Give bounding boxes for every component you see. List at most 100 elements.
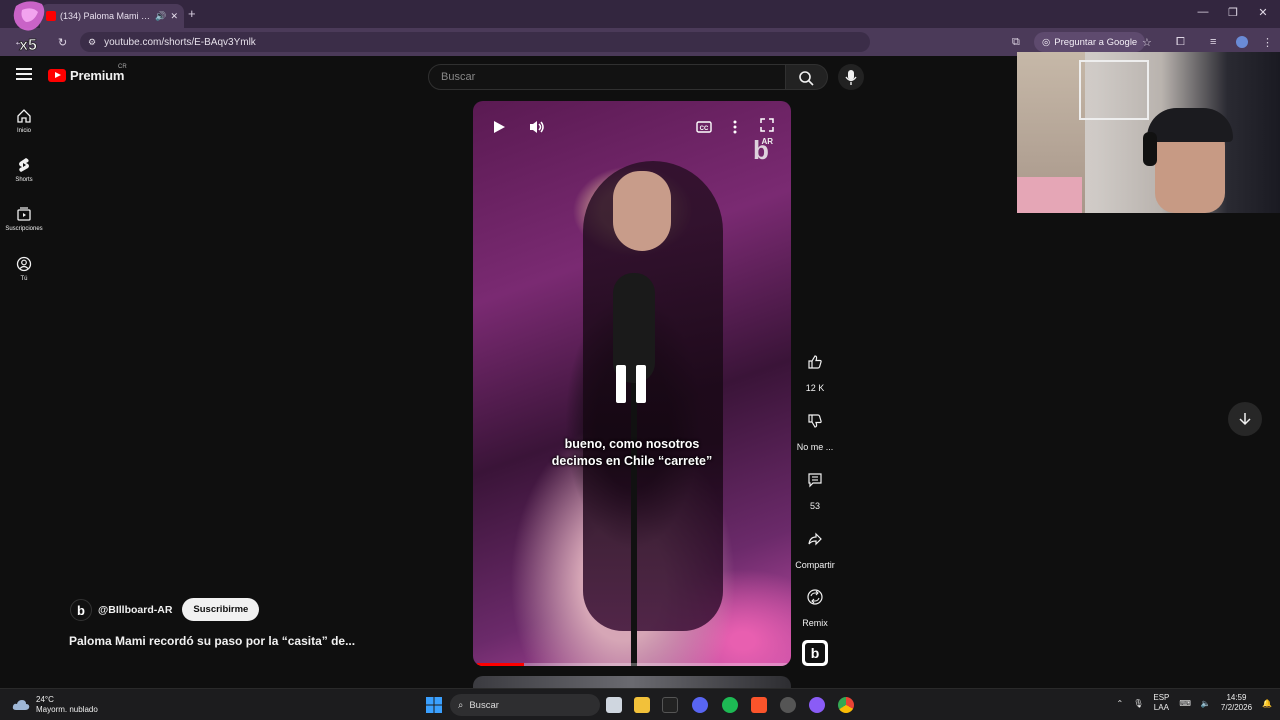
search-button[interactable]: [786, 64, 828, 90]
like-button[interactable]: 12 K: [795, 346, 835, 393]
address-bar[interactable]: ⚙ youtube.com/shorts/E-BAqv3Ymlk: [80, 32, 870, 52]
video-frame-face: [613, 171, 671, 251]
tab-title: (134) Paloma Mami recordó su paso por la…: [60, 11, 151, 21]
sidebar-item-tu[interactable]: Tú: [0, 256, 48, 282]
clock[interactable]: 14:59 7/2/2026: [1221, 693, 1252, 713]
extensions-icon[interactable]: ⧠: [1176, 36, 1185, 49]
arrow-down-icon: [1239, 413, 1251, 426]
sidebar-item-shorts[interactable]: Shorts: [0, 157, 48, 183]
spotify-icon[interactable]: [722, 697, 738, 713]
short-video-player[interactable]: CC b AR bueno, como nosotros decimos en …: [473, 101, 791, 666]
app-icon[interactable]: [662, 697, 678, 713]
share-icon: [808, 532, 822, 546]
settings-app-icon[interactable]: [780, 697, 796, 713]
channel-avatar[interactable]: b: [70, 598, 92, 621]
home-icon: [17, 109, 31, 123]
video-title[interactable]: Paloma Mami recordó su paso por la “casi…: [69, 634, 355, 648]
logo-text: Premium: [70, 68, 125, 83]
webcam-cap: [1147, 108, 1233, 142]
remix-label: Remix: [802, 618, 828, 628]
thumbs-down-icon: [808, 414, 822, 428]
browser-tab-bar: (134) Paloma Mami recordó su paso por la…: [0, 0, 1280, 28]
mic-tray-icon[interactable]: 🎙: [1133, 699, 1143, 708]
bookmark-star-icon[interactable]: ☆: [1142, 36, 1152, 49]
time: 14:59: [1226, 693, 1247, 702]
task-view-icon[interactable]: [606, 697, 622, 713]
video-progress-bar[interactable]: [477, 663, 787, 666]
subtitle-line: bueno, como nosotros: [564, 437, 700, 451]
svg-text:x5: x5: [19, 37, 37, 54]
notifications-icon[interactable]: 🔔: [1262, 699, 1272, 708]
fullscreen-icon[interactable]: [759, 117, 775, 133]
comments-button[interactable]: 53: [795, 464, 835, 511]
brave-icon[interactable]: [751, 697, 767, 713]
remix-icon: [807, 589, 823, 605]
captions-icon[interactable]: CC: [695, 119, 713, 135]
next-short-preview[interactable]: [473, 676, 791, 688]
share-label: Compartir: [795, 560, 835, 570]
file-explorer-icon[interactable]: [634, 697, 650, 713]
language-indicator[interactable]: ESP LAA: [1153, 693, 1169, 713]
youtube-premium-logo[interactable]: Premium CR: [48, 64, 127, 83]
reload-icon[interactable]: ↻: [58, 36, 67, 49]
discord-icon[interactable]: [692, 697, 708, 713]
channel-name[interactable]: @BIllboard-AR: [98, 604, 172, 616]
ask-google-button[interactable]: ◎ Preguntar a Google: [1034, 32, 1146, 52]
media-control-icon[interactable]: ≡: [1210, 36, 1216, 48]
browser-tab[interactable]: (134) Paloma Mami recordó su paso por la…: [40, 4, 184, 28]
weather-widget[interactable]: 24°C Mayorm. nublado: [12, 695, 98, 715]
like-count: 12 K: [805, 383, 825, 393]
sidebar-item-suscripciones[interactable]: Suscripciones: [0, 206, 48, 232]
install-app-icon[interactable]: ⧉: [1012, 36, 1020, 49]
billboard-logo-icon: b: [805, 643, 825, 663]
subscribe-button[interactable]: Suscribirme: [182, 598, 260, 621]
close-window-button[interactable]: ✕: [1248, 6, 1278, 19]
speaker-icon[interactable]: 🔈: [1201, 699, 1211, 708]
lens-icon: ◎: [1042, 36, 1051, 48]
thumbs-up-icon: [808, 355, 822, 369]
sidebar-item-inicio[interactable]: Inicio: [0, 108, 48, 134]
temperature: 24°C: [36, 695, 54, 704]
remix-button[interactable]: Remix: [795, 581, 835, 628]
restore-button[interactable]: ❐: [1218, 6, 1248, 19]
search-input[interactable]: Buscar: [428, 64, 786, 90]
windows-start-icon[interactable]: [426, 697, 442, 713]
search-icon: ⌕: [458, 699, 464, 711]
audio-playing-icon[interactable]: 🔊: [155, 11, 166, 22]
you-icon: [16, 256, 32, 272]
taskbar-search-label: Buscar: [469, 699, 499, 711]
webcam-shelf: [1079, 60, 1149, 120]
country-code: CR: [118, 64, 127, 70]
sidebar-label: Suscripciones: [5, 226, 43, 232]
minimize-button[interactable]: —: [1188, 6, 1218, 18]
url-text: youtube.com/shorts/E-BAqv3Ymlk: [104, 36, 256, 48]
voice-search-button[interactable]: [838, 64, 864, 90]
more-options-icon[interactable]: [729, 119, 741, 135]
play-icon[interactable]: [491, 119, 507, 135]
share-button[interactable]: Compartir: [790, 523, 840, 570]
chrome-icon[interactable]: [838, 697, 854, 713]
youtube-play-icon: [48, 69, 66, 82]
app-circle-icon[interactable]: [809, 697, 825, 713]
chrome-menu-icon[interactable]: ⋮: [1262, 36, 1273, 49]
tab-close-icon[interactable]: ✕: [170, 11, 178, 22]
network-icon[interactable]: ⌨: [1179, 699, 1191, 708]
webcam-blanket: [1017, 177, 1082, 213]
subtitle-line: decimos en Chile “carrete”: [551, 454, 713, 468]
hamburger-menu-icon[interactable]: [16, 68, 32, 82]
new-tab-button[interactable]: +: [188, 6, 196, 21]
dislike-button[interactable]: No me ...: [795, 405, 835, 452]
site-info-icon[interactable]: ⚙: [88, 37, 96, 48]
channel-thumbnail-button[interactable]: b: [802, 640, 828, 666]
tray-overflow-icon[interactable]: ⌃: [1117, 699, 1124, 708]
taskbar-search[interactable]: ⌕ Buscar: [450, 694, 600, 716]
volume-icon[interactable]: [528, 119, 546, 135]
cloud-icon: [12, 700, 30, 710]
pause-icon[interactable]: [616, 365, 648, 403]
system-tray: ⌃ 🎙 ESP LAA ⌨ 🔈 14:59 7/2/2026 🔔: [1117, 693, 1273, 713]
comment-icon: [808, 473, 822, 488]
next-short-button[interactable]: [1228, 402, 1262, 436]
profile-avatar[interactable]: [1236, 36, 1248, 48]
lang-code: ESP: [1153, 693, 1170, 702]
stream-sticker-icon: x5: [13, 1, 45, 54]
